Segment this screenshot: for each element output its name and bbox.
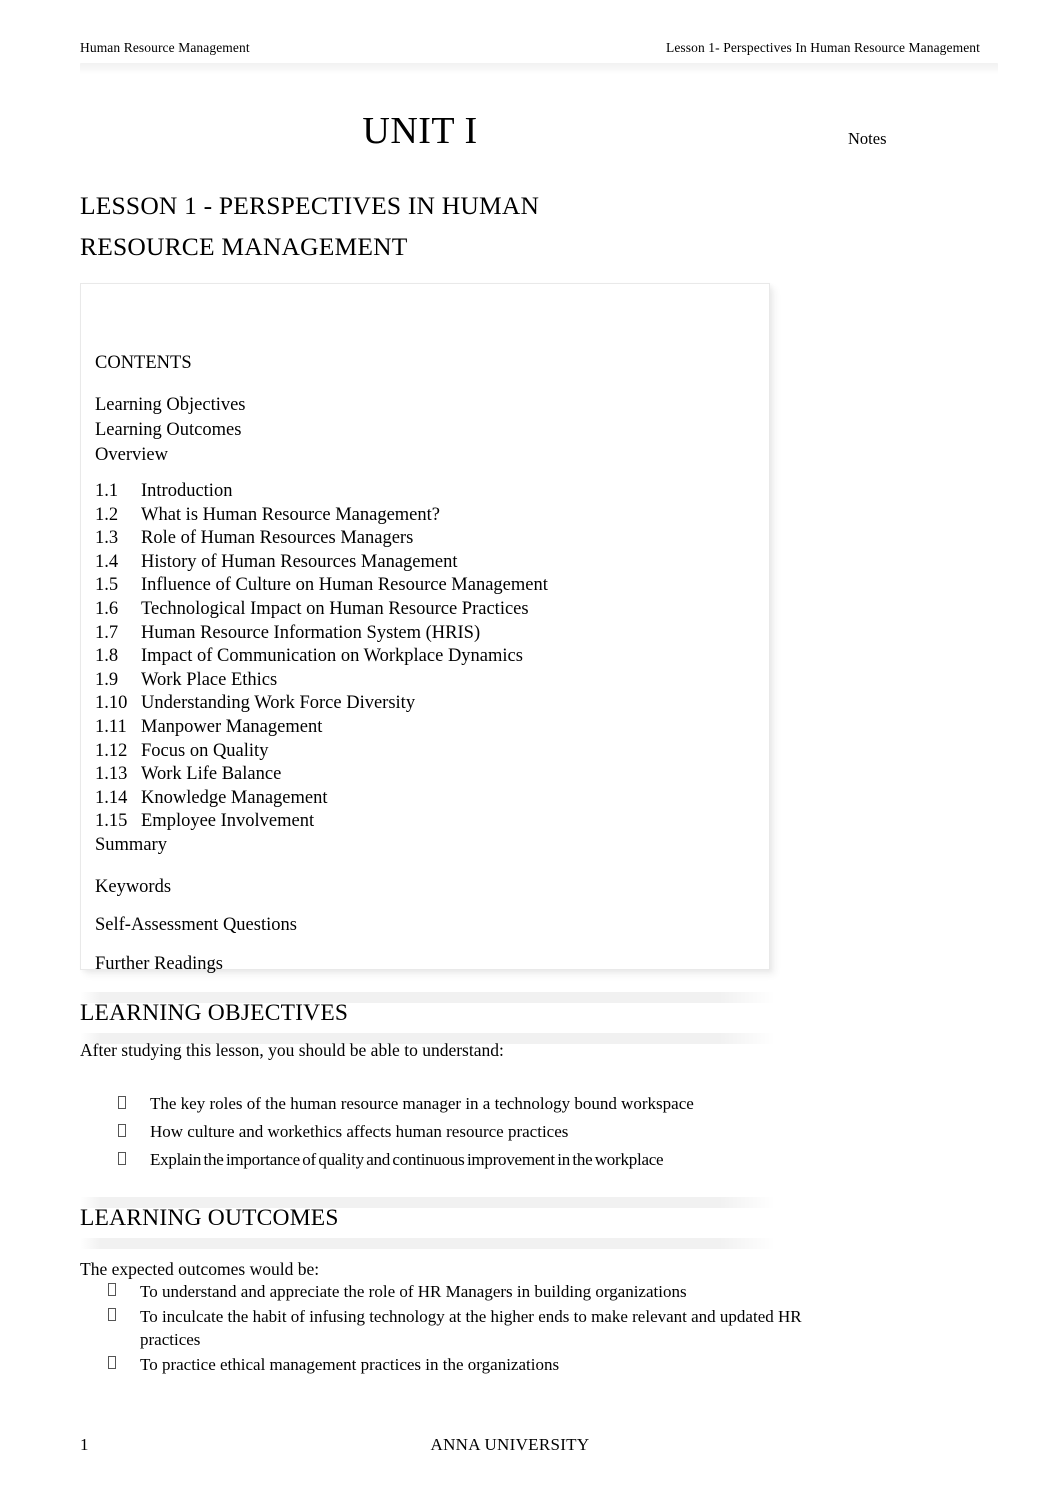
list-item: Learning Objectives <box>95 394 246 415</box>
document-page: Human Resource Management Lesson 1- Pers… <box>0 0 1062 1506</box>
heading-band-bottom <box>80 1238 775 1249</box>
list-item: 1.9 Work Place Ethics <box>95 669 759 693</box>
page-title: LEARNING OUTCOMES <box>80 1205 339 1231</box>
toc-entry-label: Role of Human Resources Managers <box>141 528 414 549</box>
list-item: To understand and appreciate the role of… <box>108 1280 808 1304</box>
contents-tail-list: Keywords Self-Assessment Questions Furth… <box>95 878 759 974</box>
toc-entry-label: Work Place Ethics <box>141 669 278 690</box>
toc-entry-label: History of Human Resources Management <box>141 551 458 572</box>
missing-glyph-box-icon <box>118 1146 150 1174</box>
missing-glyph-box-icon <box>108 1280 140 1304</box>
toc-entry-number: 1.3 <box>95 528 119 549</box>
list-item: 1.12 Focus on Quality <box>95 740 759 764</box>
university-label: ANNA UNIVERSITY <box>430 1435 590 1454</box>
toc-entry-number: 1.8 <box>95 646 119 667</box>
list-item: 1.14 Knowledge Management <box>95 787 759 811</box>
toc-entry-label: Understanding Work Force Diversity <box>141 693 416 714</box>
toc-entry-number: 1.15 <box>95 811 128 832</box>
list-item: 1.5 Influence of Culture on Human Resourc… <box>95 574 759 598</box>
header-divider-rule <box>80 63 998 74</box>
toc-entry-number: 1.14 <box>95 787 128 808</box>
list-item: 1.10 Understanding Work Force Diversity <box>95 692 759 716</box>
learning-outcomes-intro: The expected outcomes would be: <box>80 1259 320 1279</box>
list-item: The key roles of the human resource mana… <box>118 1090 918 1118</box>
missing-glyph-box-icon <box>108 1305 140 1329</box>
toc-entry-number: 1.12 <box>95 740 128 761</box>
list-item: To inculcate the habit of infusing techn… <box>108 1305 808 1352</box>
list-item: 1.2 What is Human Resource Management? <box>95 504 759 528</box>
toc-entry-number: 1.9 <box>95 669 119 690</box>
list-item: 1.4 History of Human Resources Management <box>95 551 759 575</box>
toc-summary-label: Summary <box>95 835 167 856</box>
list-item: 1.1 Introduction <box>95 480 759 504</box>
list-item: 1.8 Impact of Communication on Workplace … <box>95 645 759 669</box>
learning-objectives-intro: After studying this lesson, you should b… <box>80 1040 504 1060</box>
bullet-text: To inculcate the habit of infusing techn… <box>140 1306 802 1350</box>
learning-outcomes-heading-block: LEARNING OUTCOMES <box>80 1197 775 1249</box>
bullet-text: Explain the importance of quality and co… <box>150 1150 664 1169</box>
missing-glyph-box-icon <box>118 1090 150 1118</box>
list-item: To practice ethical management practices… <box>108 1353 808 1377</box>
contents-front-matter-list: Learning Objectives Learning Outcomes Ov… <box>95 393 759 469</box>
toc-entry-label: Introduction <box>141 481 233 502</box>
toc-entry-label: Manpower Management <box>141 717 323 738</box>
toc-entry-label: Human Resource Information System (HRIS) <box>141 622 481 643</box>
list-item: Summary <box>95 834 759 858</box>
missing-glyph-box-icon <box>118 1118 150 1146</box>
missing-glyph-box-icon <box>108 1353 140 1377</box>
toc-entry-number: 1.5 <box>95 575 119 596</box>
unit-title: UNIT I <box>362 110 478 152</box>
contents-inner: CONTENTS Learning Objectives Learning Ou… <box>95 354 759 973</box>
contents-box: CONTENTS Learning Objectives Learning Ou… <box>80 283 770 973</box>
notes-margin-label: Notes <box>848 129 887 148</box>
header-left-text: Human Resource Management <box>80 40 250 55</box>
contents-entry-list: 1.1 Introduction 1.2 What is Human Resourc… <box>95 480 759 858</box>
list-item: Overview <box>95 444 168 465</box>
learning-objectives-heading-block: LEARNING OBJECTIVES <box>80 992 775 1044</box>
toc-entry-label: Focus on Quality <box>141 740 269 761</box>
toc-entry-label: Knowledge Management <box>141 787 328 808</box>
toc-entry-number: 1.1 <box>95 481 119 502</box>
toc-entry-number: 1.4 <box>95 551 119 572</box>
bullet-text: The key roles of the human resource mana… <box>150 1094 694 1113</box>
contents-heading: CONTENTS <box>95 353 192 373</box>
list-item: 1.3 Role of Human Resources Managers <box>95 527 759 551</box>
toc-entry-number: 1.11 <box>95 717 127 738</box>
toc-entry-number: 1.2 <box>95 504 119 525</box>
list-item: Learning Outcomes <box>95 419 242 440</box>
bullet-text: How culture and workethics affects human… <box>150 1122 569 1141</box>
lesson-title-line-2: RESOURCE MANAGEMENT <box>80 232 408 262</box>
lesson-title: LESSON 1 - PERSPECTIVES IN HUMAN RESOURC… <box>80 185 780 268</box>
toc-entry-label: Influence of Culture on Human Resource M… <box>141 575 548 596</box>
bullet-text: To understand and appreciate the role of… <box>140 1282 687 1301</box>
learning-outcomes-bullet-list: To understand and appreciate the role of… <box>108 1280 808 1377</box>
list-item: How culture and workethics affects human… <box>118 1118 918 1146</box>
toc-entry-label: Work Life Balance <box>141 764 282 785</box>
learning-objectives-bullet-list: The key roles of the human resource mana… <box>118 1090 918 1174</box>
bullet-text: To practice ethical management practices… <box>140 1354 560 1374</box>
list-item: Self-Assessment Questions <box>95 915 297 936</box>
page-title: LEARNING OBJECTIVES <box>80 1000 349 1026</box>
lesson-title-line-1: LESSON 1 - PERSPECTIVES IN HUMAN <box>80 191 540 220</box>
toc-entry-number: 1.10 <box>95 693 128 714</box>
list-item: 1.7 Human Resource Information System (HR… <box>95 622 759 646</box>
list-item: 1.15 Employee Involvement <box>95 810 759 834</box>
list-item: Further Readings <box>95 953 223 974</box>
toc-entry-label: Impact of Communication on Workplace Dyn… <box>141 646 523 667</box>
toc-entry-label: Technological Impact on Human Resource P… <box>141 599 529 620</box>
list-item: 1.11 Manpower Management <box>95 716 759 740</box>
toc-entry-number: 1.7 <box>95 622 119 643</box>
list-item: 1.6 Technological Impact on Human Resourc… <box>95 598 759 622</box>
toc-entry-number: 1.13 <box>95 764 128 785</box>
header-right-text: Lesson 1- Perspectives In Human Resource… <box>665 40 980 55</box>
toc-entry-label: Employee Involvement <box>141 811 315 832</box>
toc-entry-label: What is Human Resource Management? <box>141 504 440 525</box>
list-item: 1.13 Work Life Balance <box>95 763 759 787</box>
running-header: Human Resource Management Lesson 1- Pers… <box>80 40 980 62</box>
list-item: Keywords <box>95 876 172 897</box>
list-item: Explain the importance of quality and co… <box>118 1146 918 1174</box>
page-footer: 1 ANNA UNIVERSITY <box>80 1435 980 1457</box>
toc-entry-number: 1.6 <box>95 599 119 620</box>
